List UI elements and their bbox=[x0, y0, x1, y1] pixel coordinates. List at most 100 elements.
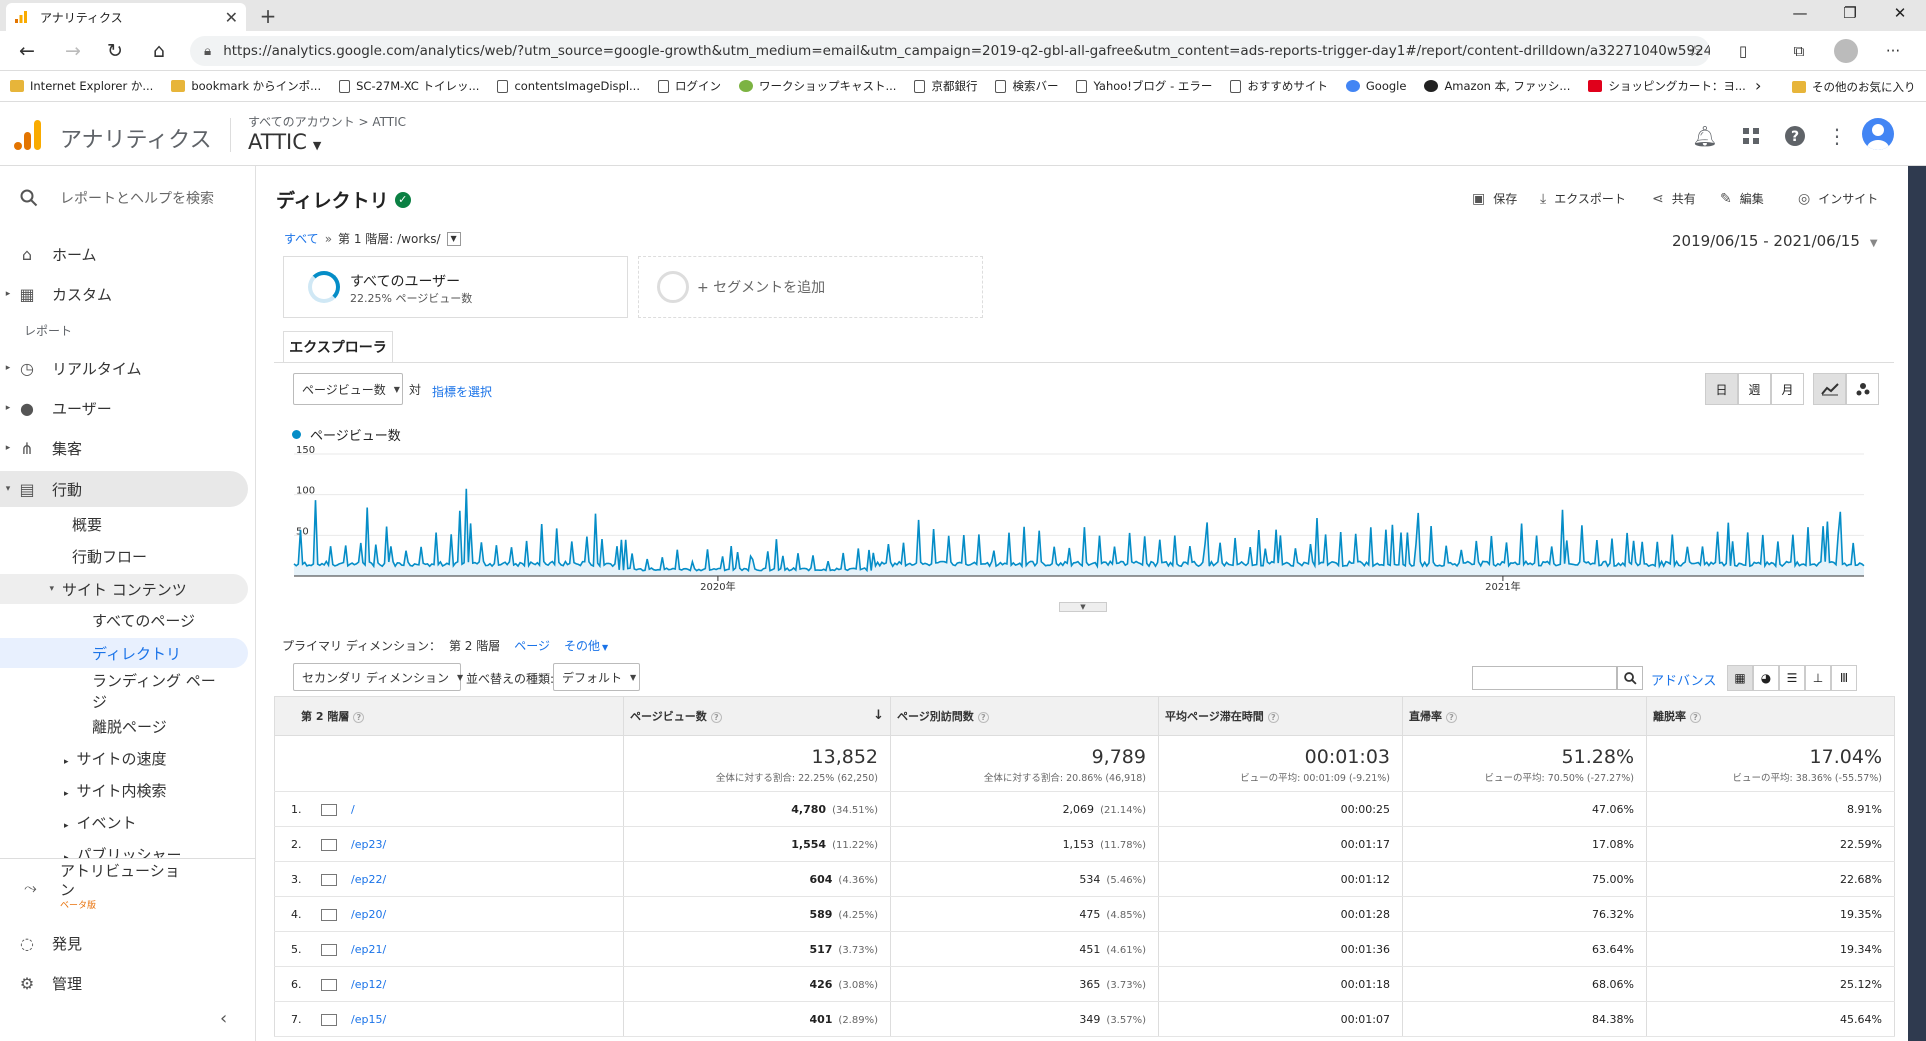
chevron-down-icon[interactable]: ▼ bbox=[446, 231, 461, 246]
breadcrumb-all-link[interactable]: すべて bbox=[284, 230, 319, 247]
dir-link[interactable]: /ep22/ bbox=[351, 873, 386, 886]
more-menu-icon[interactable]: ··· bbox=[1880, 39, 1906, 63]
save-button[interactable]: ▣ 保存 bbox=[1472, 190, 1517, 207]
metric-dropdown[interactable]: ページビュー数 ▼ bbox=[293, 373, 403, 405]
dir-link[interactable]: /ep15/ bbox=[351, 1013, 386, 1026]
nav-item-realtime[interactable]: ▸ ◷ リアルタイム bbox=[0, 352, 248, 384]
col-header-avg-time[interactable]: 平均ページ滞在時間? bbox=[1158, 696, 1403, 736]
back-icon[interactable]: ← bbox=[14, 39, 40, 63]
primary-dim-page[interactable]: ページ bbox=[514, 637, 550, 654]
nav-item-discover[interactable]: ◌ 発見 bbox=[0, 928, 248, 958]
apps-grid-icon[interactable] bbox=[1738, 124, 1764, 148]
dir-link[interactable]: /ep20/ bbox=[351, 908, 386, 921]
comparison-view-icon[interactable]: ⊥ bbox=[1805, 665, 1831, 691]
table-search-button[interactable] bbox=[1617, 666, 1643, 690]
date-range-selector[interactable]: 2019/06/15 - 2021/06/15 ▼ bbox=[1672, 232, 1878, 250]
reload-icon[interactable]: ↻ bbox=[102, 39, 128, 63]
home-browser-icon[interactable]: ⌂ bbox=[146, 39, 172, 63]
nav-sub-events[interactable]: ▸ イベント bbox=[64, 812, 137, 833]
nav-sub-landing-pages[interactable]: ランディング ページ bbox=[92, 670, 216, 712]
primary-dim-other[interactable]: その他 ▼ bbox=[564, 637, 608, 654]
nav-search[interactable]: レポートとヘルプを検索 bbox=[20, 188, 214, 208]
period-day-button[interactable]: 日 bbox=[1705, 373, 1738, 405]
account-breadcrumb[interactable]: すべてのアカウント > ATTIC bbox=[248, 113, 406, 130]
page-scrollbar[interactable] bbox=[1908, 166, 1926, 1041]
col-header-pageviews[interactable]: ページビュー数? ↓ bbox=[623, 696, 891, 736]
add-segment-button[interactable]: + セグメントを追加 bbox=[638, 256, 983, 318]
nav-sub-site-search[interactable]: ▸ サイト内検索 bbox=[64, 780, 167, 801]
help-icon[interactable]: ? bbox=[1782, 124, 1808, 148]
collapse-nav-icon[interactable]: ‹ bbox=[220, 1008, 227, 1029]
segment-all-users[interactable]: すべてのユーザー 22.25% ページビュー数 bbox=[283, 256, 628, 318]
col-header-level2[interactable]: 第 2 階層? bbox=[274, 696, 624, 736]
bookmark-item[interactable]: 京都銀行 bbox=[914, 78, 977, 94]
performance-view-icon[interactable]: ☰ bbox=[1779, 665, 1805, 691]
bookmark-item[interactable]: 検索バー bbox=[995, 78, 1058, 94]
table-view-icon[interactable]: ▦ bbox=[1727, 665, 1753, 691]
bookmarks-overflow-icon[interactable]: › bbox=[1755, 76, 1761, 95]
advanced-filter-link[interactable]: アドバンス bbox=[1651, 670, 1716, 689]
nav-sub-publisher[interactable]: ▸ パブリッシャー bbox=[64, 844, 182, 858]
bookmark-item[interactable]: SC-27M-XC トイレッ... bbox=[339, 78, 479, 94]
pie-view-icon[interactable]: ◕ bbox=[1753, 665, 1779, 691]
period-month-button[interactable]: 月 bbox=[1771, 373, 1804, 405]
nav-sub-directory[interactable]: ディレクトリ bbox=[0, 638, 248, 668]
nav-sub-behavior-flow[interactable]: 行動フロー bbox=[72, 546, 147, 567]
favorite-star-icon[interactable]: ☆ bbox=[1682, 39, 1708, 63]
insight-button[interactable]: ◎ インサイト bbox=[1798, 190, 1878, 207]
browser-tab[interactable]: アナリティクス ✕ bbox=[6, 3, 246, 31]
other-favorites[interactable]: その他のお気に入り bbox=[1792, 71, 1916, 102]
primary-dim-level2[interactable]: 第 2 階層 bbox=[449, 637, 500, 654]
reading-view-icon[interactable]: ▯ bbox=[1730, 39, 1756, 63]
bookmark-item[interactable]: Yahoo!ブログ - エラー bbox=[1076, 78, 1212, 94]
account-selector[interactable]: ATTIC ▼ bbox=[248, 130, 321, 154]
secondary-dimension-dropdown[interactable]: セカンダリ ディメンション ▼ bbox=[293, 663, 463, 691]
bookmark-item[interactable]: bookmark からインポ... bbox=[171, 78, 321, 94]
edit-button[interactable]: ✎ 編集 bbox=[1720, 190, 1764, 207]
pivot-view-icon[interactable]: Ⅲ bbox=[1831, 665, 1857, 691]
bookmark-item[interactable]: ワークショップキャスト... bbox=[738, 78, 896, 94]
chart-collapse-handle[interactable]: ▼ bbox=[1059, 602, 1107, 612]
bookmark-item[interactable]: contentsImageDispl... bbox=[497, 79, 640, 93]
bookmark-item[interactable]: Amazon 本, ファッシ... bbox=[1424, 78, 1570, 94]
more-vert-icon[interactable]: ⋮ bbox=[1824, 124, 1850, 148]
bookmark-item[interactable]: ログイン bbox=[657, 78, 721, 94]
nav-item-attribution[interactable]: アトリビューショ ン ベータ版 bbox=[60, 862, 180, 912]
nav-item-admin[interactable]: ⚙︎ 管理 bbox=[0, 968, 248, 998]
period-week-button[interactable]: 週 bbox=[1738, 373, 1771, 405]
bookmark-item[interactable]: Internet Explorer か... bbox=[10, 78, 153, 94]
dir-link[interactable]: /ep21/ bbox=[351, 943, 386, 956]
dir-link[interactable]: /ep23/ bbox=[351, 838, 386, 851]
dir-link[interactable]: / bbox=[351, 803, 355, 816]
close-window-icon[interactable]: ✕ bbox=[1880, 4, 1920, 22]
profile-icon[interactable] bbox=[1834, 39, 1858, 63]
motion-chart-icon[interactable] bbox=[1846, 373, 1879, 405]
close-tab-icon[interactable]: ✕ bbox=[225, 8, 238, 27]
bookmark-item[interactable]: Google bbox=[1345, 79, 1406, 93]
share-button[interactable]: ⋖ 共有 bbox=[1652, 190, 1696, 207]
nav-item-custom[interactable]: ▸ ▦ カスタム bbox=[0, 278, 248, 310]
nav-item-home[interactable]: ⌂ ホーム bbox=[0, 238, 248, 270]
tab-explorer[interactable]: エクスプローラ bbox=[283, 331, 393, 363]
url-input[interactable]: 🔒︎ https://analytics.google.com/analytic… bbox=[190, 36, 1710, 66]
sort-type-dropdown[interactable]: デフォルト ▼ bbox=[553, 663, 640, 691]
minimize-icon[interactable]: — bbox=[1780, 4, 1820, 22]
nav-sub-site-speed[interactable]: ▸ サイトの速度 bbox=[64, 748, 167, 769]
collections-icon[interactable]: ⧉ bbox=[1786, 39, 1812, 63]
nav-item-behavior[interactable]: ▾ ▤ 行動 bbox=[0, 471, 248, 507]
avatar[interactable] bbox=[1862, 118, 1894, 150]
bookmark-item[interactable]: ショッピングカート：ヨ... bbox=[1588, 78, 1746, 94]
notifications-icon[interactable]: 🔔︎ bbox=[1692, 124, 1718, 148]
dir-link[interactable]: /ep12/ bbox=[351, 978, 386, 991]
table-search-input[interactable] bbox=[1472, 666, 1617, 690]
col-header-unique-pageviews[interactable]: ページ別訪問数? bbox=[890, 696, 1159, 736]
nav-sub-exit-pages[interactable]: 離脱ページ bbox=[92, 716, 167, 737]
nav-sub-all-pages[interactable]: すべてのページ bbox=[92, 610, 195, 631]
nav-item-users[interactable]: ▸ ● ユーザー bbox=[0, 392, 248, 424]
select-metric-link[interactable]: 指標を選択 bbox=[432, 383, 492, 400]
new-tab-button[interactable]: + bbox=[256, 4, 280, 28]
nav-sub-overview[interactable]: 概要 bbox=[72, 514, 102, 535]
restore-icon[interactable]: ❐ bbox=[1830, 4, 1870, 22]
col-header-exit-rate[interactable]: 離脱率? bbox=[1646, 696, 1895, 736]
line-chart-icon[interactable] bbox=[1813, 373, 1846, 405]
